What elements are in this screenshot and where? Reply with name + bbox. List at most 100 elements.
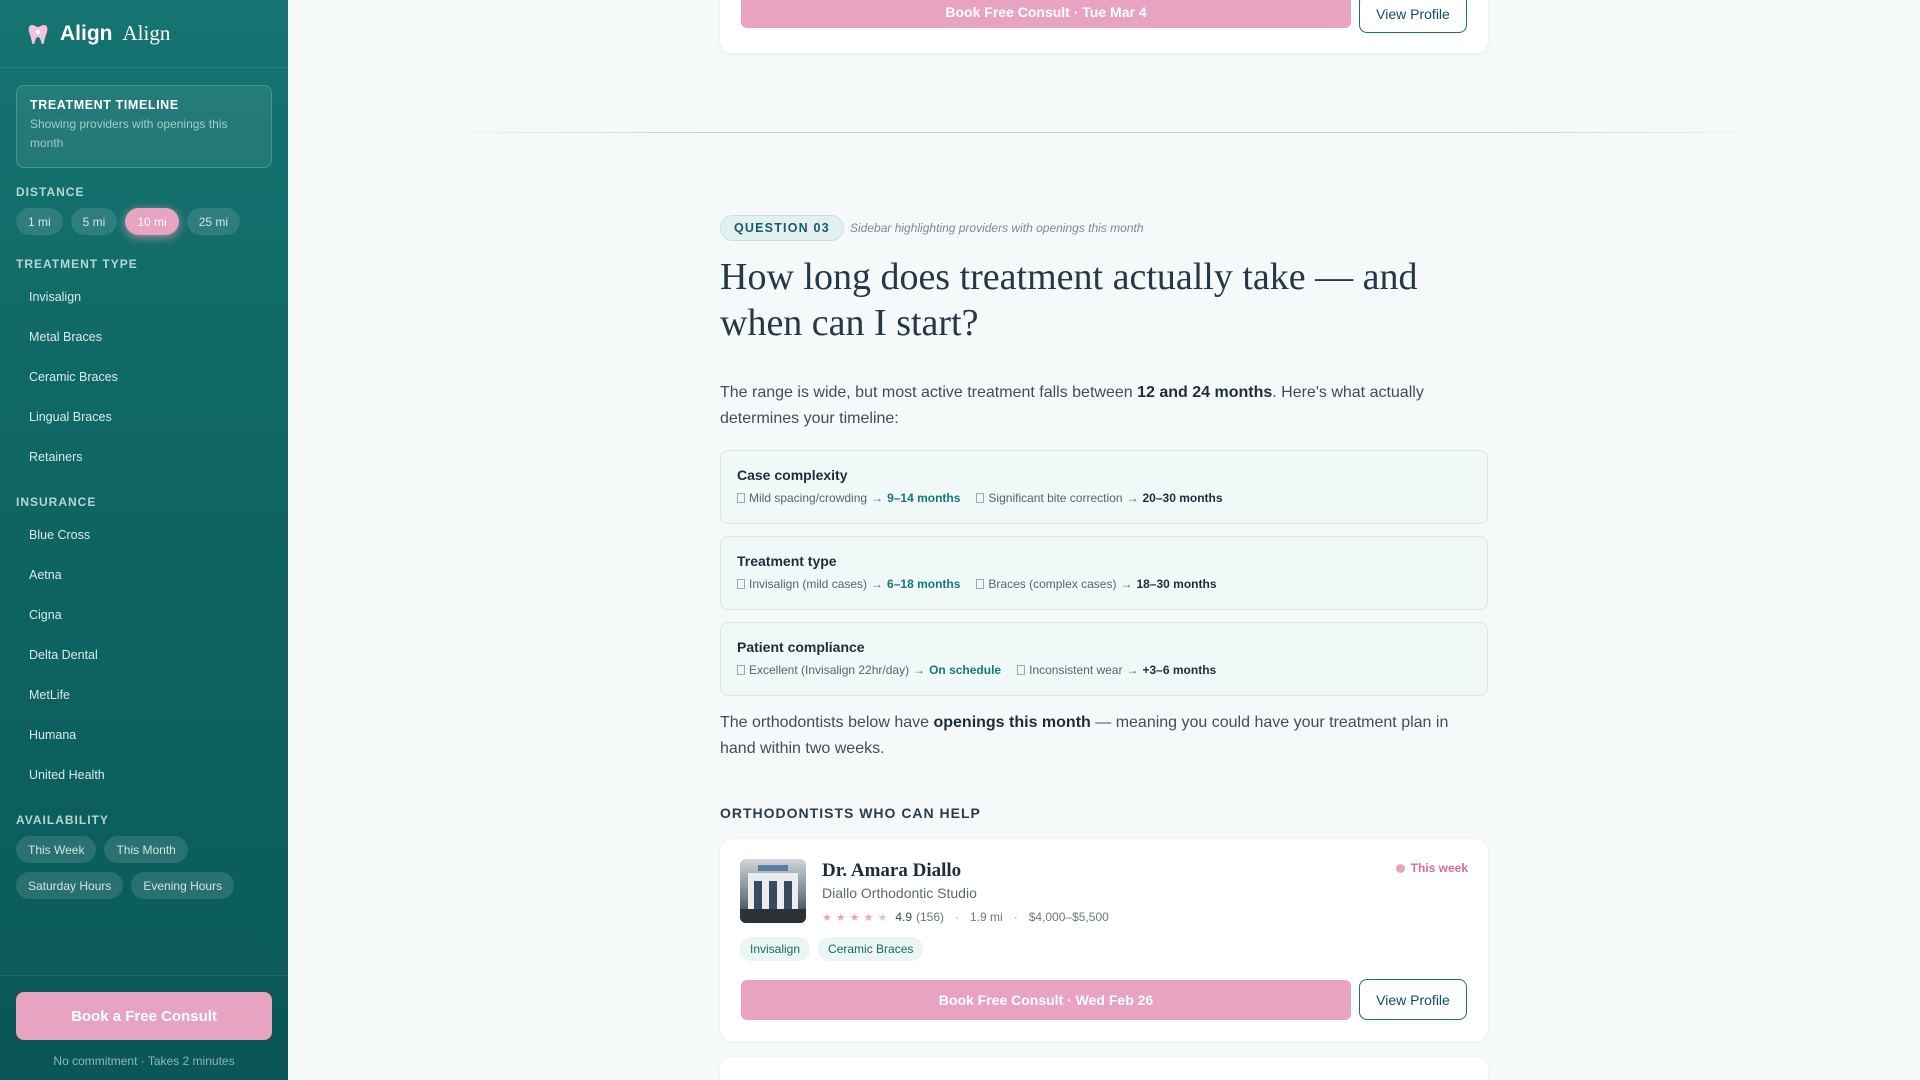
availability-chips-row-2: Saturday Hours Evening Hours — [16, 872, 235, 899]
book-consult-button[interactable]: Book Free Consult · Wed Feb 26 — [741, 980, 1351, 1020]
factor-option-value: 18–30 months — [1136, 577, 1217, 591]
insurance-label: INSURANCE — [16, 495, 97, 509]
brand[interactable]: Align Align — [0, 0, 288, 68]
factor-option-value: On schedule — [929, 663, 1002, 677]
brand-name: Align — [60, 21, 113, 45]
treatment-type-list: Invisalign Metal Braces Ceramic Braces L… — [0, 277, 288, 477]
availability-chip-this-week[interactable]: This Week — [16, 836, 97, 863]
checkbox-icon — [976, 493, 985, 503]
help-section-label: ORTHODONTISTS WHO CAN HELP — [720, 805, 981, 821]
sidebar-item-invisalign[interactable]: Invisalign — [0, 277, 288, 317]
factor-title: Treatment type — [737, 553, 837, 569]
availability-badge: This week — [1395, 861, 1468, 875]
checkbox-icon — [737, 493, 745, 503]
arrow-icon: → — [871, 491, 884, 505]
availability-dot-icon — [1395, 863, 1405, 873]
availability-chip-this-month[interactable]: This Month — [104, 836, 188, 863]
provider-tags: Invisalign Ceramic Braces — [740, 937, 924, 961]
intro-bold: 12 and 24 months — [1137, 384, 1273, 401]
sidebar-item-delta-dental[interactable]: Delta Dental — [0, 635, 288, 675]
outro-paragraph: The orthodontists below have openings th… — [720, 710, 1480, 762]
intro-paragraph: The range is wide, but most active treat… — [720, 380, 1480, 432]
view-profile-button[interactable]: View Profile — [1359, 979, 1467, 1020]
checkbox-icon — [976, 579, 985, 589]
provider-card-next — [720, 1057, 1488, 1080]
insurance-list: Blue Cross Aetna Cigna Delta Dental MetL… — [0, 515, 288, 795]
tooth-icon — [28, 24, 48, 44]
treatment-type-label: TREATMENT TYPE — [16, 257, 138, 271]
checkbox-icon — [1017, 665, 1026, 675]
sidebar-item-metlife[interactable]: MetLife — [0, 675, 288, 715]
star-rating-icon: ★★★★★ — [822, 911, 892, 924]
arrow-icon: → — [871, 577, 884, 591]
availability-text: This week — [1410, 861, 1468, 875]
outro-text-1: The orthodontists below have — [720, 714, 934, 731]
arrow-icon: → — [913, 663, 926, 677]
factor-option-label: Braces (complex cases) — [988, 577, 1117, 591]
checkbox-icon — [737, 665, 745, 675]
meta-separator: · — [1013, 910, 1018, 924]
outro-bold: openings this month — [933, 714, 1091, 731]
question-badge: QUESTION 03 — [720, 215, 844, 241]
timeline-subtitle: Showing providers with openings this mon… — [30, 117, 228, 150]
question-title: How long does treatment actually take — … — [720, 256, 1418, 344]
distance-chips: 1 mi 5 mi 10 mi 25 mi — [16, 208, 241, 235]
brand-name-secondary: Align — [122, 21, 171, 45]
sidebar-item-retainers[interactable]: Retainers — [0, 437, 288, 477]
intro-text-1: The range is wide, but most active treat… — [720, 384, 1138, 401]
sidebar-item-united-health[interactable]: United Health — [0, 755, 288, 795]
distance-chip-1mi[interactable]: 1 mi — [16, 208, 63, 235]
factor-option: Excellent (Invisalign 22hr/day) → On sched… — [737, 663, 1001, 677]
availability-chip-evening-hours[interactable]: Evening Hours — [131, 872, 235, 899]
factor-options: Invisalign (mild cases) → 6–18 months Brac… — [737, 577, 1471, 591]
timeline-title: TREATMENT TIMELINE — [30, 98, 179, 112]
factor-case-complexity: Case complexity Mild spacing/crowding → 9–… — [720, 450, 1488, 524]
provider-card: Dr. Amara Diallo Diallo Orthodontic Stud… — [720, 839, 1488, 1041]
factor-patient-compliance: Patient compliance Excellent (Invisalign… — [720, 622, 1488, 696]
factor-option-value: 6–18 months — [887, 577, 961, 591]
factor-option-label: Significant bite correction — [988, 491, 1123, 505]
provider-distance: 1.9 mi — [970, 910, 1003, 924]
main-content: Book Free Consult · Tue Mar 4 View Profi… — [288, 0, 1920, 1080]
factor-option-label: Inconsistent wear — [1029, 663, 1123, 677]
provider-name[interactable]: Dr. Amara Diallo — [822, 860, 961, 882]
provider-price: $4,000–$5,500 — [1028, 910, 1109, 924]
factor-treatment-type: Treatment type Invisalign (mild cases) → 6… — [720, 536, 1488, 610]
factor-option-value: 9–14 months — [887, 491, 961, 505]
sidebar-item-blue-cross[interactable]: Blue Cross — [0, 515, 288, 555]
checkbox-icon — [737, 579, 745, 589]
factor-option: Invisalign (mild cases) → 6–18 months — [737, 577, 960, 591]
sidebar-item-humana[interactable]: Humana — [0, 715, 288, 755]
factor-option: Mild spacing/crowding → 9–14 months — [737, 491, 960, 505]
sidebar-item-metal-braces[interactable]: Metal Braces — [0, 317, 288, 357]
question-note: Sidebar highlighting providers with open… — [850, 221, 1144, 235]
book-free-consult-button[interactable]: Book a Free Consult — [16, 992, 272, 1040]
distance-chip-10mi[interactable]: 10 mi — [125, 208, 179, 235]
distance-chip-25mi[interactable]: 25 mi — [186, 208, 241, 235]
factor-option-value: +3–6 months — [1142, 663, 1217, 677]
provider-reviews: (156) — [916, 910, 945, 924]
factor-option-label: Invisalign (mild cases) — [749, 577, 868, 591]
factor-option: Braces (complex cases) → 18–30 months — [976, 577, 1217, 591]
sidebar-item-cigna[interactable]: Cigna — [0, 595, 288, 635]
factor-option-value: 20–30 months — [1142, 491, 1223, 505]
factor-option-label: Mild spacing/crowding — [749, 491, 868, 505]
factor-title: Patient compliance — [737, 639, 865, 655]
distance-chip-5mi[interactable]: 5 mi — [70, 208, 118, 235]
sidebar-item-aetna[interactable]: Aetna — [0, 555, 288, 595]
meta-separator: · — [955, 910, 960, 924]
arrow-icon: → — [1126, 491, 1139, 505]
availability-chip-saturday-hours[interactable]: Saturday Hours — [16, 872, 124, 899]
availability-chips-row-1: This Week This Month — [16, 836, 188, 863]
provider-practice: Diallo Orthodontic Studio — [822, 885, 977, 901]
availability-label: AVAILABILITY — [16, 813, 109, 827]
sidebar-item-ceramic-braces[interactable]: Ceramic Braces — [0, 357, 288, 397]
provider-rating: 4.9 — [895, 910, 913, 924]
provider-photo — [740, 859, 806, 923]
arrow-icon: → — [1126, 663, 1139, 677]
factor-title: Case complexity — [737, 467, 848, 483]
arrow-icon: → — [1120, 577, 1133, 591]
sidebar-item-lingual-braces[interactable]: Lingual Braces — [0, 397, 288, 437]
factor-option: Inconsistent wear → +3–6 months — [1017, 663, 1216, 677]
sidebar: Align Align TREATMENT TIMELINE Showing p… — [0, 0, 288, 1080]
